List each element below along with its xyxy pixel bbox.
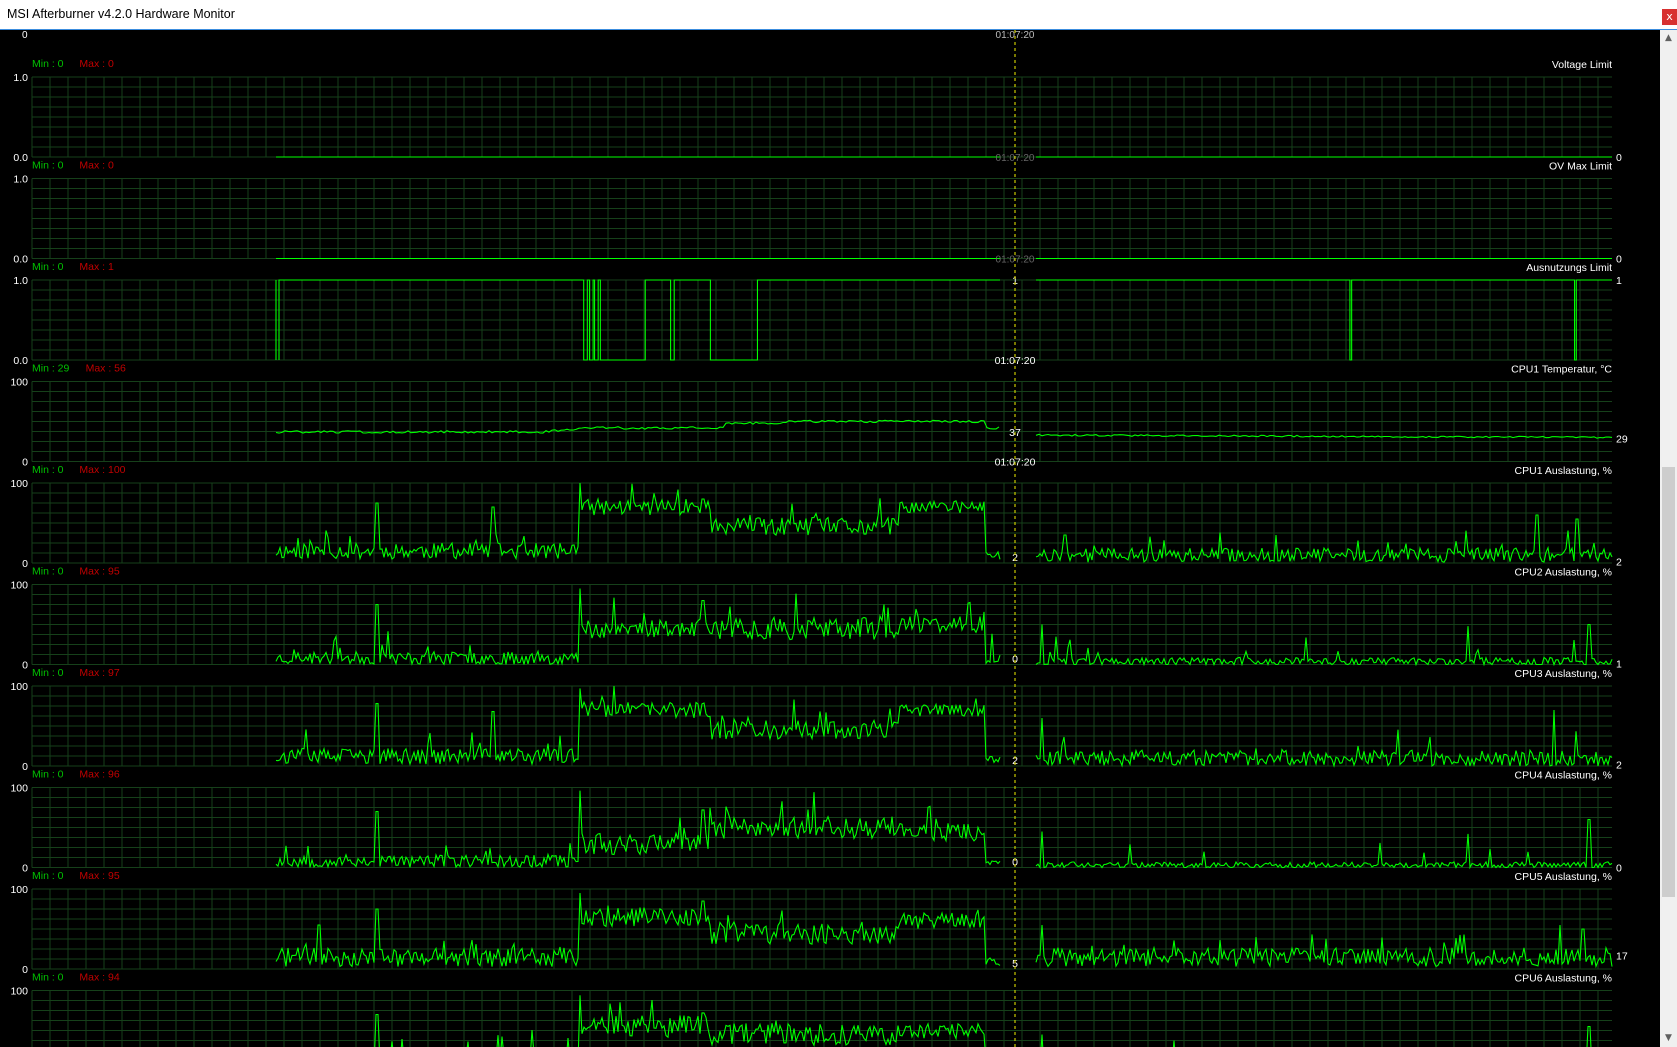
window-title: MSI Afterburner v4.2.0 Hardware Monitor <box>7 7 235 21</box>
graph-grid <box>31 178 1612 259</box>
graph-grid <box>31 279 1612 361</box>
graph-grid <box>31 482 1612 564</box>
graph-grid <box>31 381 1612 462</box>
graph-current-value: 0 <box>1616 863 1622 875</box>
graph-min-label: Min : 0 <box>32 769 64 781</box>
graph-title: CPU3 Auslastung, % <box>1515 668 1612 680</box>
graph-max-label: Max : 97 <box>79 667 119 679</box>
graph-min-label: Min : 0 <box>32 667 64 679</box>
vertical-scrollbar[interactable]: ▲ ▼ <box>1660 30 1677 1047</box>
graph-y-min-label: 0.0 <box>13 355 28 367</box>
graph-y-max-label: 100 <box>10 986 28 998</box>
graph-min-label: Min : 0 <box>32 566 64 578</box>
graph-min-label: Min : 0 <box>32 870 64 882</box>
graph-max-label: Max : 94 <box>79 972 119 984</box>
graph-min-label: Min : 0 <box>32 464 64 476</box>
graph-y-max-label: 100 <box>10 884 28 896</box>
graph-title: Voltage Limit <box>1552 59 1612 71</box>
graph-max-label: Max : 56 <box>86 363 126 375</box>
graph-current-value: 17 <box>1616 950 1628 962</box>
graph-min-label: Min : 29 <box>32 363 70 375</box>
graph-min-label: Min : 0 <box>32 58 64 70</box>
graph-title: CPU5 Auslastung, % <box>1515 871 1612 883</box>
graph-title: CPU6 Auslastung, % <box>1515 973 1612 985</box>
graph-max-label: Max : 100 <box>79 464 125 476</box>
graph-title: CPU1 Temperatur, °C <box>1511 364 1612 376</box>
close-button[interactable]: x <box>1662 9 1677 25</box>
graph-y-max-label: 1.0 <box>13 275 28 287</box>
graph-current-value: 0 <box>1616 254 1622 266</box>
scroll-thumb[interactable] <box>1662 467 1675 897</box>
graph-current-value: 2 <box>1616 759 1622 771</box>
graph-grid <box>31 787 1612 868</box>
graph-grid <box>31 584 1612 665</box>
graph-grid <box>31 76 1612 158</box>
graph-y-max-label: 100 <box>10 681 28 693</box>
graph-grid <box>31 888 1612 970</box>
graph-title: CPU2 Auslastung, % <box>1515 567 1612 579</box>
graph-min-label: Min : 0 <box>32 160 64 172</box>
graph-current-value: 1 <box>1616 275 1622 287</box>
graph-max-label: Max : 95 <box>79 566 119 578</box>
scroll-up-arrow-icon[interactable]: ▲ <box>1660 30 1677 47</box>
graph-y-min-label: 0 <box>22 558 28 570</box>
graph-max-label: Max : 0 <box>79 58 114 70</box>
graph-min-label: Min : 0 <box>32 972 64 984</box>
graph-current-value: 0 <box>1616 152 1622 164</box>
graph-title: CPU1 Auslastung, % <box>1515 465 1612 477</box>
graph-y-max-label: 100 <box>10 478 28 490</box>
graph-y-max-label: 100 <box>10 377 28 389</box>
graph-trace <box>374 995 1592 1047</box>
graph-current-value: 29 <box>1616 433 1628 445</box>
graph-title: CPU4 Auslastung, % <box>1515 770 1612 782</box>
graph-y-min-label: 0.0 <box>13 152 28 164</box>
graph-y-min-label: 0 <box>22 457 28 469</box>
graph-max-label: Max : 1 <box>79 261 114 273</box>
graph-y-max-label: 100 <box>10 580 28 592</box>
graph-title: Ausnutzungs Limit <box>1526 262 1612 274</box>
graph-max-label: Max : 96 <box>79 769 119 781</box>
graph-y-max-label: 1.0 <box>13 72 28 84</box>
graph-y-min-label: 0.0 <box>13 254 28 266</box>
graph-canvas: 0 01:07:20Min : 0 Max : 0 Voltage Limit1.00… <box>10 30 1628 1047</box>
graph-y-max-label: 1.0 <box>13 174 28 186</box>
graph-current-value: 2 <box>1616 556 1622 568</box>
graph-trace <box>275 588 1613 667</box>
clipped-top-value: 0 <box>22 30 28 41</box>
hardware-monitor-graphs: 0 01:07:20 Min : 0 Max : 0 Voltage Limit 1.0 0… <box>0 30 1660 1047</box>
graph-current-value: 1 <box>1616 659 1622 671</box>
title-bar: MSI Afterburner v4.2.0 Hardware Monitor … <box>0 0 1677 30</box>
graph-y-min-label: 0 <box>22 660 28 672</box>
graph-max-label: Max : 95 <box>79 870 119 882</box>
graph-title: OV Max Limit <box>1549 161 1612 173</box>
graph-max-label: Max : 0 <box>79 160 114 172</box>
graph-y-min-label: 0 <box>22 964 28 976</box>
graph-min-label: Min : 0 <box>32 261 64 273</box>
scroll-down-arrow-icon[interactable]: ▼ <box>1660 1030 1677 1047</box>
graph-y-min-label: 0 <box>22 761 28 773</box>
graph-y-max-label: 100 <box>10 783 28 795</box>
graph-y-min-label: 0 <box>22 863 28 875</box>
graph-trace <box>275 790 1613 870</box>
graph-trace <box>275 892 1613 969</box>
graph-trace <box>275 419 1613 439</box>
graph-grid <box>31 990 1612 1047</box>
